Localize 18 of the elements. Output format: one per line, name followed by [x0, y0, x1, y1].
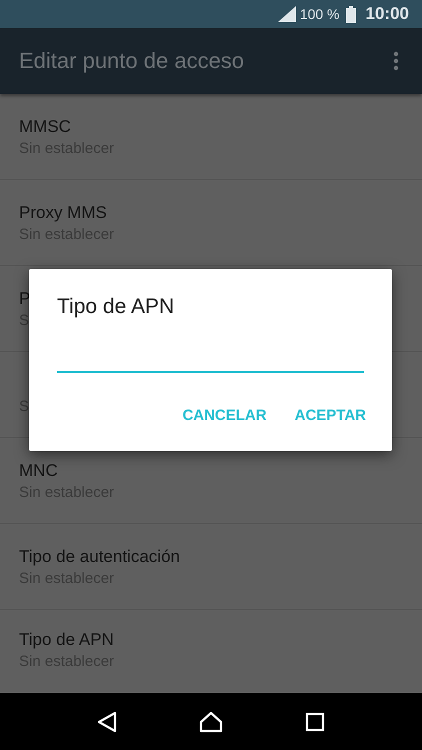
- setting-title: Tipo de autenticación: [19, 546, 180, 566]
- setting-title: MMSC: [19, 116, 71, 136]
- setting-title: MNC: [19, 460, 58, 480]
- setting-title: Proxy MMS: [19, 202, 107, 222]
- dialog-button[interactable]: ACEPTAR: [294, 403, 366, 428]
- square-icon[interactable]: [305, 712, 325, 732]
- screen-title: Editar punto de acceso: [19, 48, 244, 74]
- dialog-button[interactable]: CANCELAR: [182, 403, 267, 428]
- setting-title: Tipo de APN: [19, 630, 114, 650]
- back-icon[interactable]: [97, 710, 117, 732]
- setting-title: P: [19, 288, 30, 308]
- battery-icon: [346, 6, 356, 22]
- signal-icon: [278, 6, 296, 22]
- home-icon[interactable]: [199, 710, 223, 732]
- dialog-title: Tipo de APN: [57, 295, 176, 319]
- clock: 10:00: [366, 4, 409, 24]
- more-icon[interactable]: [393, 51, 399, 71]
- battery-level: 100 %: [300, 6, 340, 22]
